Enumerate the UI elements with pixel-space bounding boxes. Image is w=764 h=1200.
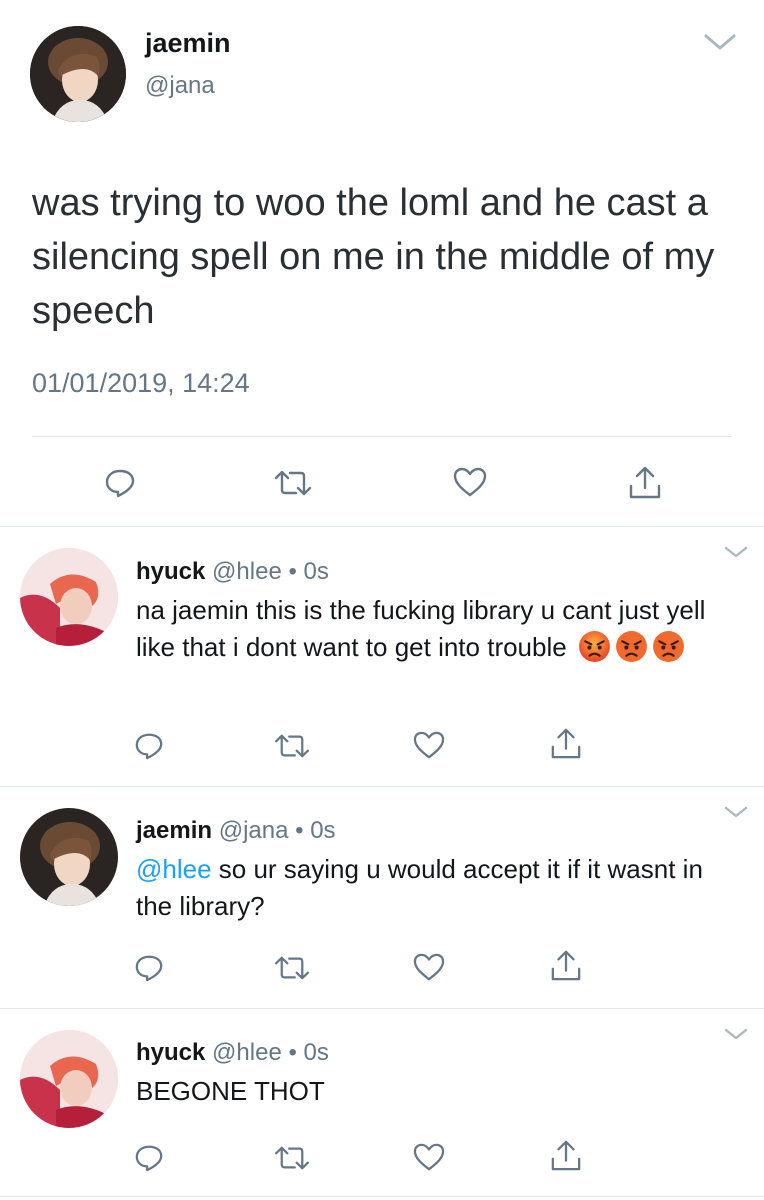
author-name[interactable]: jaemin — [145, 28, 231, 59]
divider — [0, 786, 764, 787]
share-icon[interactable] — [550, 1138, 582, 1172]
divider — [0, 526, 764, 527]
like-icon[interactable] — [452, 466, 488, 498]
avatar-jaemin[interactable] — [30, 26, 126, 122]
divider — [0, 1008, 764, 1009]
author-name[interactable]: hyuck — [136, 1039, 205, 1066]
reply-icon[interactable] — [134, 1142, 164, 1172]
reply-icon[interactable] — [134, 730, 164, 760]
separator-dot: • — [295, 817, 304, 844]
angry-face-icon — [615, 630, 648, 663]
separator-dot: • — [288, 1039, 297, 1066]
share-icon[interactable] — [550, 948, 582, 982]
reply-header: hyuck @hlee • 0s — [136, 1039, 329, 1067]
tweet-text: was trying to woo the loml and he cast a… — [32, 182, 715, 332]
author-handle[interactable]: @jana — [145, 72, 215, 100]
author-handle[interactable]: @hlee — [212, 558, 282, 585]
reply-text: @hlee so ur saying u would accept it if … — [136, 851, 736, 925]
author-name[interactable]: hyuck — [136, 558, 205, 585]
divider — [0, 1196, 764, 1197]
share-icon[interactable] — [628, 464, 662, 500]
chevron-down-icon[interactable] — [722, 544, 750, 560]
reply-header: hyuck @hlee • 0s — [136, 558, 329, 586]
share-icon[interactable] — [550, 726, 582, 760]
mention-link[interactable]: @hlee — [136, 854, 212, 884]
like-icon[interactable] — [412, 1142, 446, 1172]
separator-dot: • — [288, 558, 297, 585]
retweet-icon[interactable] — [272, 954, 312, 982]
avatar-hyuck[interactable] — [20, 548, 118, 646]
like-icon[interactable] — [412, 730, 446, 760]
reply-time[interactable]: 0s — [310, 817, 335, 844]
retweet-icon[interactable] — [272, 732, 312, 760]
chevron-down-icon[interactable] — [700, 30, 740, 54]
retweet-icon[interactable] — [272, 1144, 312, 1172]
divider — [32, 436, 732, 437]
author-handle[interactable]: @jana — [219, 817, 289, 844]
reply-icon[interactable] — [134, 952, 164, 982]
author-handle[interactable]: @hlee — [212, 1039, 282, 1066]
avatar-jaemin[interactable] — [20, 808, 118, 906]
retweet-icon[interactable] — [272, 468, 314, 498]
author-name[interactable]: jaemin — [136, 817, 212, 844]
reply-time[interactable]: 0s — [304, 558, 329, 585]
chevron-down-icon[interactable] — [722, 1026, 750, 1042]
angry-face-icon — [578, 630, 611, 663]
reply-text: BEGONE THOT — [136, 1076, 325, 1106]
reply-text: na jaemin this is the fucking library u … — [136, 592, 736, 666]
avatar-hyuck[interactable] — [20, 1030, 118, 1128]
reply-time[interactable]: 0s — [304, 1039, 329, 1066]
angry-face-icon — [652, 630, 685, 663]
tweet-timestamp[interactable]: 01/01/2019, 14:24 — [32, 368, 250, 399]
like-icon[interactable] — [412, 952, 446, 982]
reply-header: jaemin @jana • 0s — [136, 817, 336, 845]
chevron-down-icon[interactable] — [722, 804, 750, 820]
reply-icon[interactable] — [104, 466, 136, 498]
reply-text-body: so ur saying u would accept it if it was… — [136, 854, 703, 921]
